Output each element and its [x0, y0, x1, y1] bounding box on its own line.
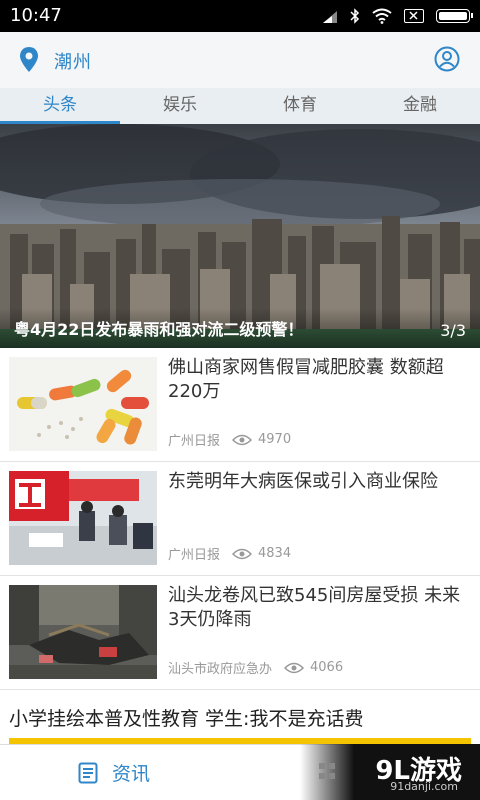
view-count: 4834: [258, 546, 292, 561]
document-icon: [78, 762, 98, 784]
news-title: 佛山商家网售假冒减肥胶囊 数额超220万: [168, 357, 444, 402]
news-thumbnail: [9, 471, 157, 565]
eye-icon: [283, 662, 305, 674]
headline-list-item[interactable]: 小学挂绘本普及性教育 学生:我不是充话费: [0, 692, 480, 744]
grid-icon: [318, 762, 336, 780]
top-bar: 潮州: [0, 32, 480, 88]
status-time: 10:47: [10, 5, 62, 26]
no-sim-icon: [404, 9, 424, 23]
news-source: 广州日报: [168, 548, 221, 563]
banner-page-counter: 3/3: [440, 321, 466, 340]
news-item[interactable]: 东莞明年大病医保或引入商业保险 广州日报 4834: [0, 462, 480, 576]
headline-title: 小学挂绘本普及性教育 学生:我不是充话费: [9, 708, 364, 730]
eye-icon: [231, 434, 253, 446]
city-name[interactable]: 潮州: [54, 48, 92, 74]
news-title: 汕头龙卷风已致545间房屋受损 未来3天仍降雨: [168, 585, 461, 630]
banner-carousel[interactable]: 粤4月22日发布暴雨和强对流二级预警！ 3/3: [0, 124, 480, 348]
signal-icon: [322, 9, 338, 23]
banner-caption: 粤4月22日发布暴雨和强对流二级预警！: [14, 320, 304, 339]
eye-icon: [231, 548, 253, 560]
status-bar: 10:47: [0, 0, 480, 32]
news-item[interactable]: 汕头龙卷风已致545间房屋受损 未来3天仍降雨 汕头市政府应急办 4066: [0, 576, 480, 690]
user-profile-icon[interactable]: [434, 46, 460, 72]
news-thumbnail: [9, 585, 157, 679]
location-pin-icon[interactable]: [18, 46, 40, 74]
news-title: 东莞明年大病医保或引入商业保险: [168, 471, 438, 492]
category-tab-bar: 头条 娱乐 体育 金融: [0, 88, 480, 124]
nav-news-button[interactable]: 资讯: [78, 759, 150, 786]
site-watermark: 9L游戏 91danji.com: [300, 744, 480, 800]
bluetooth-icon: [350, 8, 360, 24]
news-thumbnail: [9, 357, 157, 451]
tab-finance[interactable]: 金融: [360, 88, 480, 124]
battery-icon: [436, 9, 473, 23]
watermark-site: 91danji.com: [390, 780, 458, 793]
view-count: 4970: [258, 432, 292, 447]
wifi-icon: [372, 8, 392, 24]
news-item[interactable]: 佛山商家网售假冒减肥胶囊 数额超220万 广州日报 4970: [0, 348, 480, 462]
news-meta: 汕头市政府应急办 4066: [168, 658, 343, 677]
view-count: 4066: [310, 660, 344, 675]
news-source: 广州日报: [168, 434, 221, 449]
status-icons: [322, 7, 473, 25]
nav-news-label: 资讯: [112, 763, 151, 785]
tab-entertainment[interactable]: 娱乐: [120, 88, 240, 124]
news-source: 汕头市政府应急办: [168, 662, 273, 677]
tab-sports[interactable]: 体育: [240, 88, 360, 124]
news-meta: 广州日报 4970: [168, 430, 291, 449]
news-meta: 广州日报 4834: [168, 544, 291, 563]
battery-level: [439, 12, 467, 20]
tab-headlines[interactable]: 头条: [0, 88, 120, 124]
